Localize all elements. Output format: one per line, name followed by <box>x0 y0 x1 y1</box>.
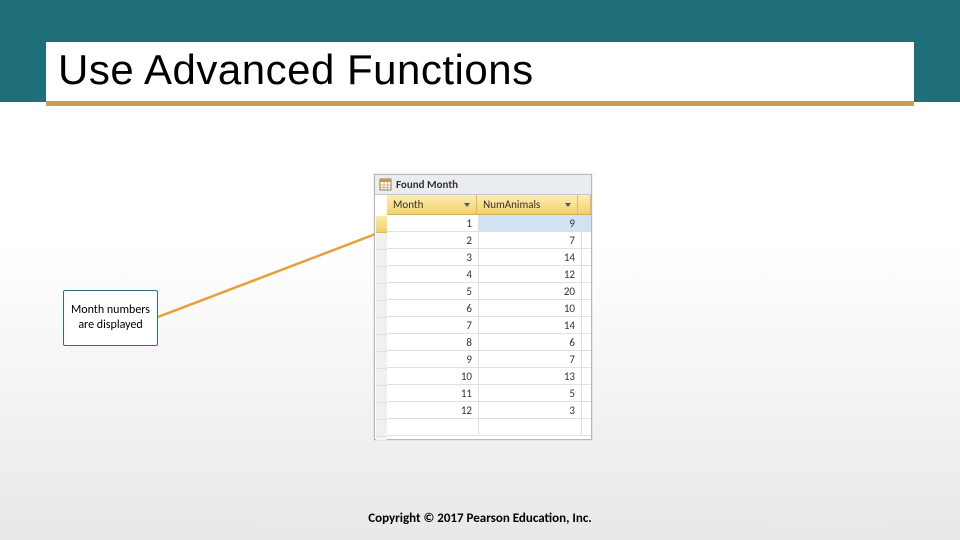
cell-month[interactable]: 1 <box>387 215 479 231</box>
cell-month[interactable]: 11 <box>387 385 479 401</box>
cell-month[interactable]: 3 <box>387 249 479 265</box>
row-selector[interactable] <box>376 335 387 352</box>
cell-num[interactable]: 7 <box>479 351 582 367</box>
column-header-row: Month NumAnimals <box>387 195 591 215</box>
cell-month[interactable]: 9 <box>387 351 479 367</box>
table-row[interactable]: 9 7 <box>387 351 591 368</box>
callout-label: Month numbers are displayed <box>63 290 158 346</box>
row-selector[interactable] <box>376 369 387 386</box>
cell-extra <box>582 266 591 282</box>
grid-body: 1 9 2 7 3 14 4 12 5 20 <box>387 215 591 436</box>
cell-extra <box>582 283 591 299</box>
datasheet-tab-label: Found Month <box>396 178 458 191</box>
column-header-month[interactable]: Month <box>387 195 477 214</box>
column-header-month-label: Month <box>393 198 423 211</box>
table-row[interactable]: 12 3 <box>387 402 591 419</box>
table-row[interactable]: 10 13 <box>387 368 591 385</box>
cell-month[interactable]: 10 <box>387 368 479 384</box>
cell-extra <box>582 351 591 367</box>
cell-month[interactable] <box>387 419 479 435</box>
cell-num[interactable]: 9 <box>479 215 582 231</box>
table-row[interactable]: 2 7 <box>387 232 591 249</box>
cell-extra <box>582 249 591 265</box>
cell-extra <box>582 334 591 350</box>
cell-extra <box>582 317 591 333</box>
cell-num[interactable]: 3 <box>479 402 582 418</box>
table-row[interactable]: 6 10 <box>387 300 591 317</box>
cell-month[interactable]: 4 <box>387 266 479 282</box>
cell-extra <box>582 215 591 231</box>
cell-month[interactable]: 6 <box>387 300 479 316</box>
table-row[interactable]: 5 20 <box>387 283 591 300</box>
datasheet-grid: Month NumAnimals 1 9 2 7 3 14 <box>387 195 591 439</box>
cell-num[interactable]: 12 <box>479 266 582 282</box>
slide-title: Use Advanced Functions <box>58 46 534 94</box>
row-selector[interactable] <box>376 420 387 437</box>
row-selector[interactable] <box>376 403 387 420</box>
copyright-footer: Copyright © 2017 Pearson Education, Inc. <box>0 511 960 526</box>
cell-month[interactable]: 8 <box>387 334 479 350</box>
row-selector[interactable] <box>376 318 387 335</box>
cell-num[interactable]: 20 <box>479 283 582 299</box>
cell-num[interactable] <box>479 419 582 435</box>
copyright-text: Copyright © 2017 Pearson Education, Inc. <box>368 511 592 526</box>
chevron-down-icon[interactable] <box>565 203 571 207</box>
row-selector-active[interactable] <box>376 216 387 233</box>
cell-month[interactable]: 2 <box>387 232 479 248</box>
cell-num[interactable]: 6 <box>479 334 582 350</box>
cell-extra <box>582 232 591 248</box>
table-row-empty[interactable] <box>387 419 591 436</box>
row-selector[interactable] <box>376 301 387 318</box>
cell-num[interactable]: 13 <box>479 368 582 384</box>
chevron-down-icon[interactable] <box>464 203 470 207</box>
callout-text: Month numbers are displayed <box>68 303 153 333</box>
row-selector[interactable] <box>376 352 387 369</box>
row-selector[interactable] <box>376 267 387 284</box>
cell-extra <box>582 402 591 418</box>
title-container: Use Advanced Functions <box>46 42 914 106</box>
row-selector[interactable] <box>376 386 387 403</box>
table-row[interactable]: 11 5 <box>387 385 591 402</box>
table-row[interactable]: 4 12 <box>387 266 591 283</box>
cell-num[interactable]: 5 <box>479 385 582 401</box>
table-row[interactable]: 3 14 <box>387 249 591 266</box>
cell-num[interactable]: 7 <box>479 232 582 248</box>
column-header-num-label: NumAnimals <box>483 198 540 211</box>
datasheet-icon <box>379 178 392 191</box>
row-selector[interactable] <box>376 233 387 250</box>
column-header-extra[interactable] <box>578 195 591 214</box>
cell-extra <box>582 300 591 316</box>
row-selector[interactable] <box>376 250 387 267</box>
cell-extra <box>582 368 591 384</box>
callout-connector-line <box>158 225 398 320</box>
datasheet-tab-bar: Found Month <box>375 175 591 195</box>
table-row[interactable]: 1 9 <box>387 215 591 232</box>
cell-extra <box>582 419 591 435</box>
cell-num[interactable]: 14 <box>479 249 582 265</box>
table-row[interactable]: 7 14 <box>387 317 591 334</box>
cell-extra <box>582 385 591 401</box>
cell-month[interactable]: 5 <box>387 283 479 299</box>
table-row[interactable]: 8 6 <box>387 334 591 351</box>
cell-num[interactable]: 14 <box>479 317 582 333</box>
column-header-numanimals[interactable]: NumAnimals <box>477 195 578 214</box>
row-selector[interactable] <box>376 284 387 301</box>
cell-month[interactable]: 12 <box>387 402 479 418</box>
cell-num[interactable]: 10 <box>479 300 582 316</box>
cell-month[interactable]: 7 <box>387 317 479 333</box>
row-selector-gutter <box>376 216 387 440</box>
access-datasheet: Found Month Month NumAnimals <box>374 174 592 440</box>
